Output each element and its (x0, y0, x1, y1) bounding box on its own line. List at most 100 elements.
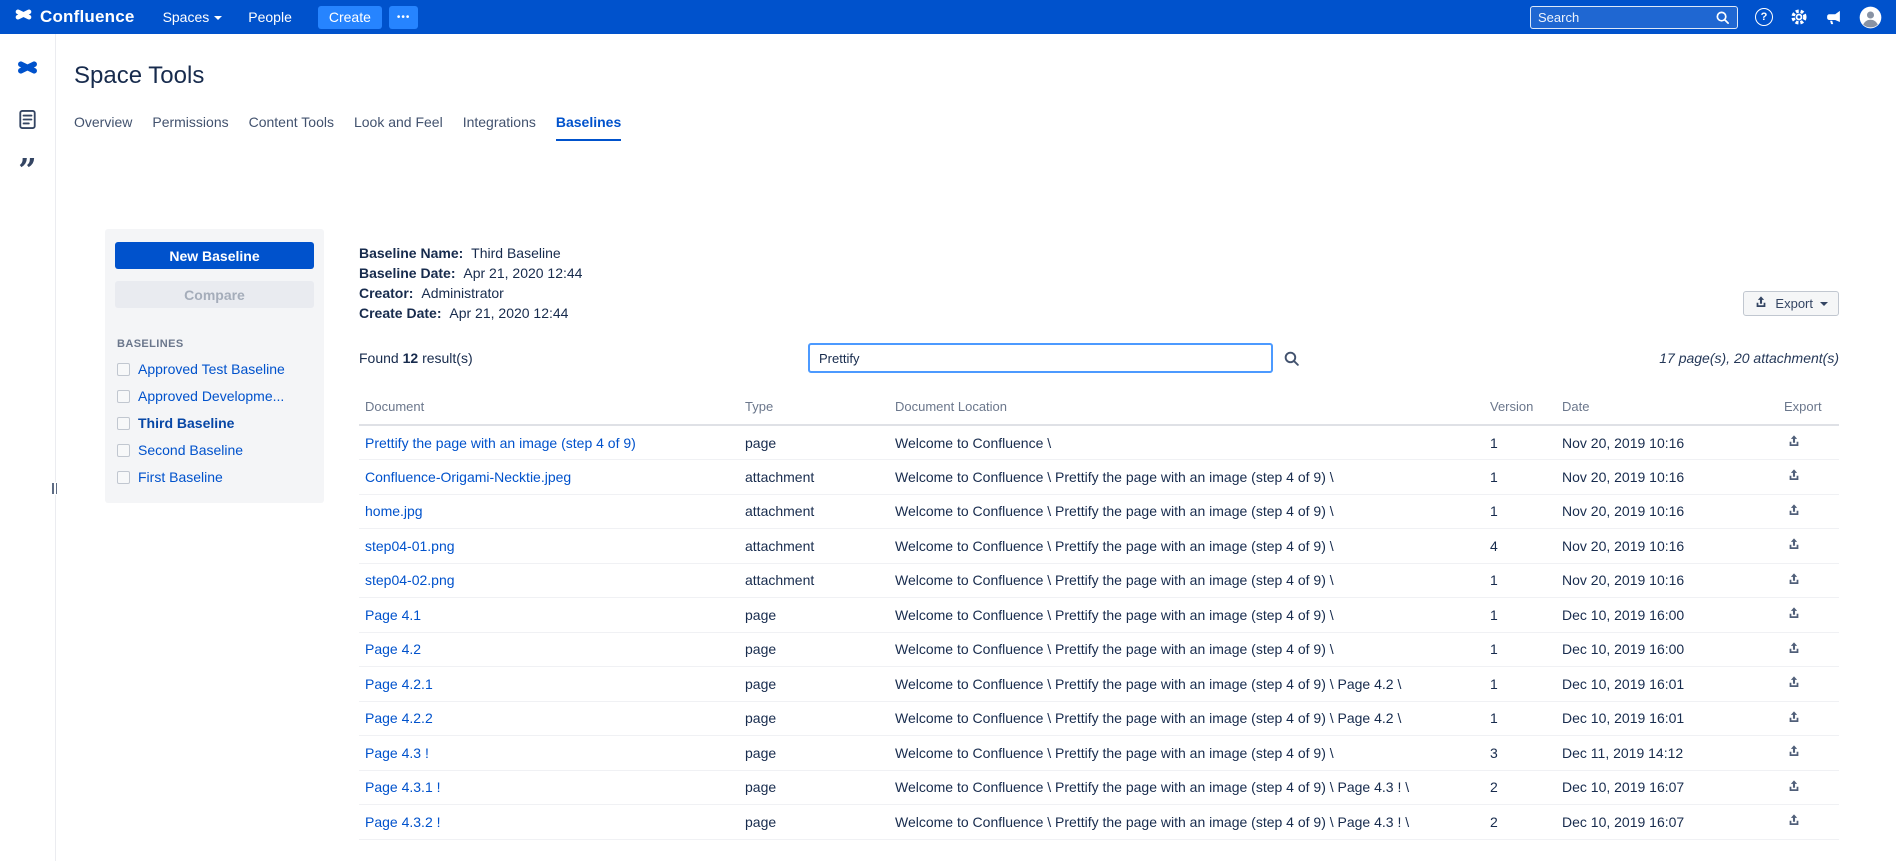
version-cell: 1 (1484, 425, 1556, 460)
filter-input[interactable] (808, 343, 1273, 373)
location-cell: Welcome to Confluence \ Prettify the pag… (889, 805, 1484, 840)
type-cell: page (739, 736, 889, 771)
space-tab[interactable]: Content Tools (249, 114, 334, 141)
export-row-icon[interactable] (1787, 641, 1801, 655)
version-cell: 1 (1484, 667, 1556, 702)
table-row: Page 4.2 page Welcome to Confluence \ Pr… (359, 632, 1839, 667)
table-header-row: DocumentTypeDocument LocationVersionDate… (359, 399, 1839, 425)
export-row-icon[interactable] (1787, 572, 1801, 586)
new-baseline-button[interactable]: New Baseline (115, 242, 314, 269)
avatar[interactable] (1859, 6, 1882, 29)
location-cell: Welcome to Confluence \ Prettify the pag… (889, 667, 1484, 702)
gear-icon[interactable] (1790, 8, 1808, 26)
nav-spaces[interactable]: Spaces (163, 9, 223, 25)
create-button[interactable]: Create (318, 6, 382, 29)
export-row-icon[interactable] (1787, 606, 1801, 620)
document-link[interactable]: step04-02.png (365, 572, 455, 588)
column-header: Export (1778, 399, 1839, 425)
main-content: Space Tools Overview Permissions Content T… (56, 34, 1896, 861)
brand-name: Confluence (40, 7, 135, 27)
export-row-icon[interactable] (1787, 503, 1801, 517)
tab-label: Permissions (152, 114, 228, 130)
date-cell: Dec 10, 2019 16:07 (1556, 770, 1778, 805)
filter-search-icon[interactable] (1283, 350, 1300, 367)
type-cell: page (739, 701, 889, 736)
space-tab[interactable]: Overview (74, 114, 132, 141)
compare-button[interactable]: Compare (115, 281, 314, 308)
global-search-input[interactable] (1538, 10, 1715, 25)
help-icon[interactable]: ? (1755, 8, 1773, 26)
baseline-checkbox[interactable] (117, 417, 130, 430)
document-link[interactable]: Page 4.3 ! (365, 745, 429, 761)
baselines-panel: New Baseline Compare BASELINES Approved … (105, 229, 324, 503)
export-row-icon[interactable] (1787, 710, 1801, 724)
quotes-icon[interactable]: ” (18, 160, 36, 182)
column-header: Date (1556, 399, 1778, 425)
document-link[interactable]: Page 4.2 (365, 641, 421, 657)
search-icon[interactable] (1715, 10, 1730, 25)
document-link[interactable]: Page 4.1 (365, 607, 421, 623)
space-tab[interactable]: Look and Feel (354, 114, 443, 141)
location-cell: Welcome to Confluence \ Prettify the pag… (889, 598, 1484, 633)
space-tab[interactable]: Permissions (152, 114, 228, 141)
column-header: Type (739, 399, 889, 425)
document-link[interactable]: home.jpg (365, 503, 423, 519)
results-table: DocumentTypeDocument LocationVersionDate… (359, 399, 1839, 840)
baselines-module: New Baseline Compare BASELINES Approved … (74, 229, 1896, 840)
column-header: Version (1484, 399, 1556, 425)
date-cell: Dec 11, 2019 14:12 (1556, 736, 1778, 771)
space-logo-icon[interactable] (16, 56, 39, 79)
baseline-link[interactable]: Third Baseline (138, 415, 234, 431)
export-row-icon[interactable] (1787, 779, 1801, 793)
export-row-icon[interactable] (1787, 468, 1801, 482)
baseline-link[interactable]: First Baseline (138, 469, 223, 485)
document-link[interactable]: Page 4.2.1 (365, 676, 433, 692)
location-cell: Welcome to Confluence \ Prettify the pag… (889, 494, 1484, 529)
document-link[interactable]: Page 4.3.2 ! (365, 814, 441, 830)
baseline-list-item: Approved Developme... (115, 388, 314, 404)
space-tab[interactable]: Baselines (556, 114, 621, 141)
baseline-checkbox[interactable] (117, 471, 130, 484)
confluence-home-link[interactable]: Confluence (14, 5, 135, 29)
baseline-link[interactable]: Second Baseline (138, 442, 243, 458)
export-row-icon[interactable] (1787, 537, 1801, 551)
baseline-list: Approved Test Baseline Approved Developm… (115, 361, 314, 485)
export-row-icon[interactable] (1787, 744, 1801, 758)
export-icon (1754, 295, 1768, 312)
document-link[interactable]: Prettify the page with an image (step 4 … (365, 435, 636, 451)
baseline-link[interactable]: Approved Test Baseline (138, 361, 285, 377)
tab-label: Overview (74, 114, 132, 130)
export-row-icon[interactable] (1787, 675, 1801, 689)
tab-label: Look and Feel (354, 114, 443, 130)
date-cell: Nov 20, 2019 10:16 (1556, 460, 1778, 495)
document-link[interactable]: Page 4.3.1 ! (365, 779, 441, 795)
document-link[interactable]: step04-01.png (365, 538, 455, 554)
date-cell: Nov 20, 2019 10:16 (1556, 529, 1778, 564)
table-row: Page 4.3.2 ! page Welcome to Confluence … (359, 805, 1839, 840)
nav-people[interactable]: People (248, 9, 292, 25)
document-link[interactable]: Page 4.2.2 (365, 710, 433, 726)
baseline-link[interactable]: Approved Developme... (138, 388, 284, 404)
baseline-checkbox[interactable] (117, 363, 130, 376)
document-link[interactable]: Confluence-Origami-Necktie.jpeg (365, 469, 571, 485)
version-cell: 1 (1484, 494, 1556, 529)
page-title: Space Tools (74, 62, 1896, 90)
baseline-detail-panel: Baseline Name: Third Baseline Baseline D… (359, 229, 1839, 840)
baseline-checkbox[interactable] (117, 390, 130, 403)
export-row-icon[interactable] (1787, 813, 1801, 827)
create-more-button[interactable]: ••• (389, 6, 419, 29)
location-cell: Welcome to Confluence \ Prettify the pag… (889, 460, 1484, 495)
export-button[interactable]: Export (1743, 291, 1839, 316)
global-search-box[interactable] (1530, 6, 1738, 29)
sidebar-collapse-handle[interactable] (50, 482, 59, 495)
detail-field: Baseline Date: Apr 21, 2020 12:44 (359, 263, 1839, 283)
tab-label: Integrations (463, 114, 536, 130)
top-navigation-bar: Confluence Spaces People Create ••• ? (0, 0, 1896, 34)
results-tbody: Prettify the page with an image (step 4 … (359, 425, 1839, 839)
export-row-icon[interactable] (1787, 434, 1801, 448)
megaphone-icon[interactable] (1825, 9, 1842, 26)
baseline-checkbox[interactable] (117, 444, 130, 457)
pages-icon[interactable] (17, 109, 38, 130)
space-tab[interactable]: Integrations (463, 114, 536, 141)
column-header: Document Location (889, 399, 1484, 425)
